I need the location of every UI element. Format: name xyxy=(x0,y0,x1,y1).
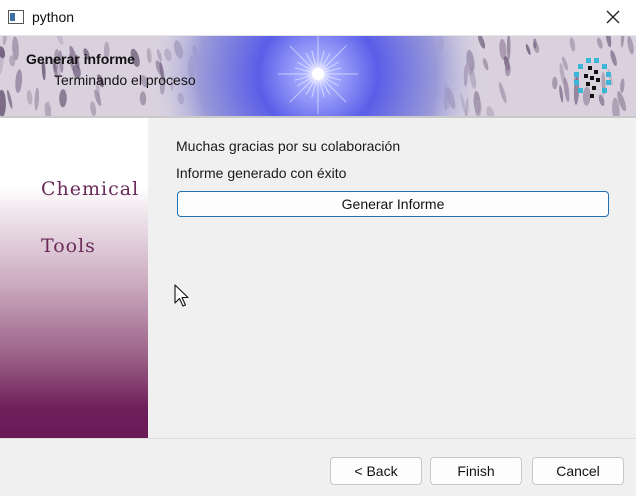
thanks-message: Muchas gracias por su colaboración xyxy=(176,138,401,154)
close-icon xyxy=(606,10,620,27)
wizard-page-content: Muchas gracias por su colaboración Infor… xyxy=(148,118,636,438)
sidebar-word-chemical: Chemical xyxy=(41,178,140,200)
finish-button[interactable]: Finish xyxy=(430,457,522,485)
banner-title: Generar informe xyxy=(26,51,135,67)
title-bar: python xyxy=(0,0,636,36)
sidebar-word-tools: Tools xyxy=(41,235,96,257)
mouse-pointer-icon xyxy=(174,284,190,311)
window-icon xyxy=(8,10,24,24)
wizard-sidebar: Chemical Tools xyxy=(0,118,148,438)
generate-report-button[interactable]: Generar Informe xyxy=(177,191,609,217)
back-button[interactable]: < Back xyxy=(330,457,422,485)
cancel-button[interactable]: Cancel xyxy=(532,457,624,485)
close-button[interactable] xyxy=(590,0,636,36)
wizard-footer: < Back Finish Cancel xyxy=(0,438,636,496)
report-status-message: Informe generado con éxito xyxy=(176,165,347,181)
wizard-banner: Generar informe Terminando el proceso xyxy=(0,36,636,116)
window-title: python xyxy=(32,9,75,25)
banner-subtitle: Terminando el proceso xyxy=(54,72,196,88)
